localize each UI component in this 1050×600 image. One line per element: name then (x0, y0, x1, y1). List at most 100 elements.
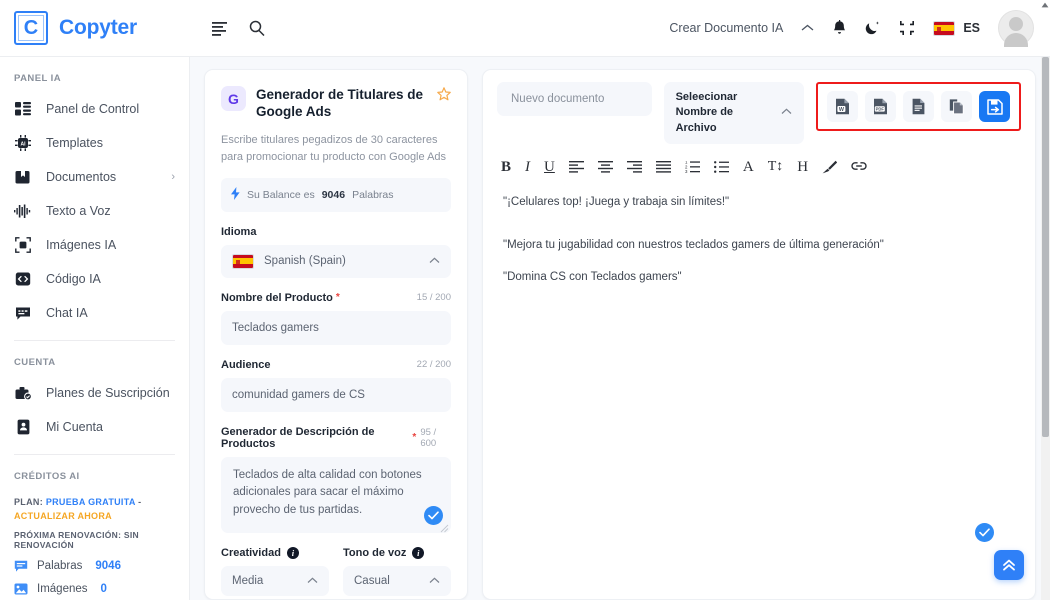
sidebar-item-codigo-ia[interactable]: Código IA (0, 262, 189, 296)
search-icon[interactable] (249, 20, 265, 36)
language-code[interactable]: ES (963, 21, 980, 35)
chat-bubble-icon (14, 559, 28, 573)
credit-row-imagenes: Imágenes 0 (14, 582, 175, 596)
balance-value: 9046 (321, 188, 346, 201)
avatar[interactable] (998, 10, 1034, 47)
link-icon[interactable] (851, 158, 867, 176)
format-toolbar: B I U 123 A T↕ H (497, 158, 1021, 176)
sidebar-item-documentos[interactable]: Documentos › (0, 160, 189, 194)
chevron-up-icon[interactable] (801, 21, 814, 35)
code-icon (14, 270, 32, 288)
star-icon[interactable] (437, 87, 451, 103)
product-description-counter: 95 / 600 (420, 426, 437, 449)
top-bar-left-icons (190, 20, 265, 36)
check-circle-icon[interactable] (975, 523, 994, 542)
credit-value: 0 (100, 583, 107, 595)
tone-select[interactable]: Casual (343, 565, 451, 596)
font-family-icon[interactable]: A (743, 158, 754, 176)
resize-grip-icon[interactable] (439, 522, 449, 532)
sidebar-item-panel-de-control[interactable]: Panel de Control (0, 92, 189, 126)
credit-label: Imágenes (37, 583, 88, 595)
svg-text:PDF: PDF (876, 107, 885, 112)
file-name-select[interactable]: Seleecionar Nombre de Archivo (663, 82, 804, 145)
brand-logo[interactable]: C Copyter (0, 11, 190, 45)
align-left-icon[interactable] (568, 158, 584, 176)
scrollbar-thumb[interactable] (1042, 57, 1049, 437)
waveform-icon (14, 202, 32, 220)
menu-icon[interactable] (212, 21, 229, 36)
plan-upgrade-link[interactable]: ACTUALIZAR AHORA (14, 511, 112, 521)
language-select-value: Spanish (Spain) (264, 255, 346, 268)
creativity-label-text: Creatividad (221, 546, 281, 559)
flag-spain-icon (232, 253, 254, 269)
svg-text:AI: AI (21, 142, 27, 148)
product-name-input[interactable]: Teclados gamers (221, 310, 451, 345)
svg-text:3: 3 (685, 169, 688, 173)
product-description-textarea[interactable]: Teclados de alta calidad con botones adi… (221, 456, 451, 533)
chat-icon (14, 304, 32, 322)
heading-icon[interactable]: H (797, 158, 808, 176)
info-icon[interactable]: i (286, 546, 299, 559)
sidebar-item-chat-ia[interactable]: Chat IA (0, 296, 189, 330)
scrollbar-up-arrow-icon[interactable] (1041, 2, 1049, 10)
copy-document-button[interactable] (941, 91, 972, 122)
save-document-button[interactable] (979, 91, 1010, 122)
language-select[interactable]: Spanish (Spain) (221, 244, 451, 278)
moon-icon[interactable] (865, 20, 881, 36)
sidebar-item-templates[interactable]: AI Templates (0, 126, 189, 160)
highlight-brush-icon[interactable] (822, 158, 838, 176)
export-pdf-button[interactable]: PDF (865, 91, 896, 122)
font-size-icon[interactable]: T↕ (768, 158, 784, 176)
align-right-icon[interactable] (626, 158, 642, 176)
balance-prefix: Su Balance es (247, 188, 315, 201)
underline-icon[interactable]: U (544, 158, 555, 176)
unordered-list-icon[interactable] (713, 158, 729, 176)
export-text-button[interactable] (903, 91, 934, 122)
required-marker: * (335, 292, 340, 304)
chevron-up-icon (781, 105, 792, 120)
align-center-icon[interactable] (597, 158, 613, 176)
credit-row-palabras: Palabras 9046 (14, 559, 175, 573)
sidebar-item-mi-cuenta[interactable]: Mi Cuenta (0, 410, 189, 444)
align-justify-icon[interactable] (655, 158, 671, 176)
page-scrollbar[interactable] (1041, 57, 1050, 600)
tone-label-text: Tono de voz (343, 546, 407, 559)
sidebar-item-label: Templates (46, 136, 103, 150)
template-header: G Generador de Titulares de Google Ads (221, 86, 451, 121)
audience-input[interactable]: comunidad gamers de CS (221, 377, 451, 412)
language-label: Idioma (221, 226, 451, 238)
main-content: G Generador de Titulares de Google Ads E… (190, 57, 1050, 600)
bold-icon[interactable]: B (501, 158, 511, 176)
create-document-label[interactable]: Crear Documento IA (669, 21, 783, 35)
compress-icon[interactable] (899, 20, 915, 36)
balance-suffix: Palabras (352, 188, 394, 201)
id-card-icon (14, 418, 32, 436)
ordered-list-icon[interactable]: 123 (685, 158, 700, 176)
document-content[interactable]: "¡Celulares top! ¡Juega y trabaja sin lí… (497, 194, 1021, 286)
document-name-input[interactable]: Nuevo documento (497, 82, 652, 116)
export-word-button[interactable]: W (827, 91, 858, 122)
flag-spain-icon[interactable] (933, 20, 956, 36)
bell-icon[interactable] (832, 19, 847, 37)
documents-icon (14, 168, 32, 186)
sidebar-item-planes-de-suscripcion[interactable]: Planes de Suscripción (0, 376, 189, 410)
language-label-text: Idioma (221, 225, 257, 238)
credits-panel: PLAN: PRUEBA GRATUITA - ACTUALIZAR AHORA… (0, 490, 189, 596)
editor-toolbar-top: Nuevo documento Seleecionar Nombre de Ar… (497, 82, 1021, 145)
body: PANEL IA Panel de Control AI Templates D… (0, 57, 1050, 600)
info-icon[interactable]: i (412, 546, 425, 559)
creativity-tone-row: Creatividad i Media Tono de voz i Casual (221, 533, 451, 596)
template-logo-letter: G (228, 90, 239, 107)
top-bar-right: Crear Documento IA ES (669, 10, 1050, 47)
tone-group: Tono de voz i Casual (343, 533, 451, 596)
sidebar-item-imagenes-ia[interactable]: Imágenes IA (0, 228, 189, 262)
italic-icon[interactable]: I (525, 158, 530, 176)
bolt-icon (231, 186, 240, 203)
scroll-to-top-button[interactable] (994, 550, 1024, 580)
sidebar-item-texto-a-voz[interactable]: Texto a Voz (0, 194, 189, 228)
audience-label-text: Audience (221, 358, 271, 371)
sidebar-item-label: Código IA (46, 272, 101, 286)
creativity-select[interactable]: Media (221, 565, 329, 596)
document-line: "¡Celulares top! ¡Juega y trabaja sin lí… (503, 196, 730, 209)
